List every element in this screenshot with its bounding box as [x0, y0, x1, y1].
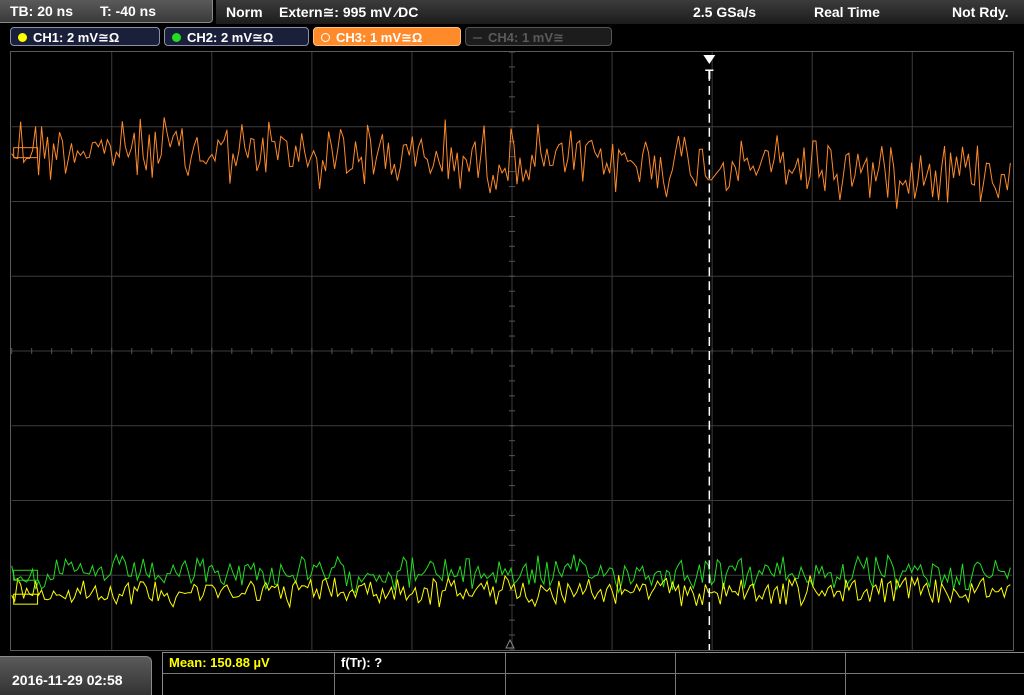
- channel-dot-icon: [473, 37, 482, 39]
- trigger-label: T: [705, 66, 714, 82]
- measurement-slot-7[interactable]: [335, 674, 506, 695]
- channel-tab-ch4[interactable]: CH4: 1 mV≅: [465, 27, 612, 46]
- channel-dot-icon: [18, 33, 27, 42]
- channel-dot-icon: [321, 33, 330, 42]
- waveform-display[interactable]: T: [10, 51, 1014, 651]
- timebase-label: TB: 20 ns: [10, 3, 74, 19]
- ch3-offset-marker[interactable]: [13, 147, 39, 159]
- ch3-label: CH3: 1 mV≅Ω: [336, 30, 423, 45]
- trigger-position-icon[interactable]: [703, 54, 716, 64]
- measurement-slot-9[interactable]: [676, 674, 846, 695]
- channel-dot-icon: [172, 33, 181, 42]
- ch1-offset-marker[interactable]: [13, 593, 39, 605]
- measurement-slot-3[interactable]: [506, 653, 676, 674]
- sample-rate: 2.5 GSa/s: [693, 4, 757, 20]
- trigger-source: Extern≅: 995 mV ⁄DC: [279, 4, 419, 20]
- measurement-slot-6[interactable]: [163, 674, 335, 695]
- measurement-slot-5[interactable]: [846, 653, 1024, 674]
- channel-tab-ch1[interactable]: CH1: 2 mV≅Ω: [10, 27, 160, 46]
- timebase-box[interactable]: TB: 20 ns T: -40 ns: [0, 0, 213, 23]
- ch4-label: CH4: 1 mV≅: [488, 30, 564, 45]
- channel-tab-ch2[interactable]: CH2: 2 mV≅Ω: [164, 27, 309, 46]
- trigger-mode: Norm: [226, 4, 263, 20]
- ground-marker-icon: [505, 638, 515, 649]
- datetime-box: 2016-11-29 02:58: [0, 656, 152, 695]
- measurement-slot-10[interactable]: [846, 674, 1024, 695]
- datetime-label: 2016-11-29 02:58: [12, 672, 123, 688]
- status-bar: TB: 20 ns T: -40 ns Norm Extern≅: 995 mV…: [0, 0, 1024, 24]
- channel-tab-ch3[interactable]: CH3: 1 mV≅Ω: [313, 27, 461, 46]
- mean-measurement[interactable]: Mean: 150.88 µV: [163, 653, 335, 674]
- measurement-panel[interactable]: Mean: 150.88 µV f(Tr): ?: [162, 652, 1024, 695]
- ch3-waveform: [11, 117, 1011, 209]
- measurement-slot-4[interactable]: [676, 653, 846, 674]
- acquisition-status: Not Rdy.: [952, 4, 1009, 20]
- measurement-slot-8[interactable]: [506, 674, 676, 695]
- trigger-status-strip[interactable]: Norm Extern≅: 995 mV ⁄DC 2.5 GSa/s Real …: [216, 0, 1024, 24]
- acquisition-mode: Real Time: [814, 4, 880, 20]
- trigger-offset-label: T: -40 ns: [100, 3, 157, 19]
- ftr-measurement[interactable]: f(Tr): ?: [335, 653, 506, 674]
- ch1-label: CH1: 2 mV≅Ω: [33, 30, 120, 45]
- ch2-label: CH2: 2 mV≅Ω: [187, 30, 274, 45]
